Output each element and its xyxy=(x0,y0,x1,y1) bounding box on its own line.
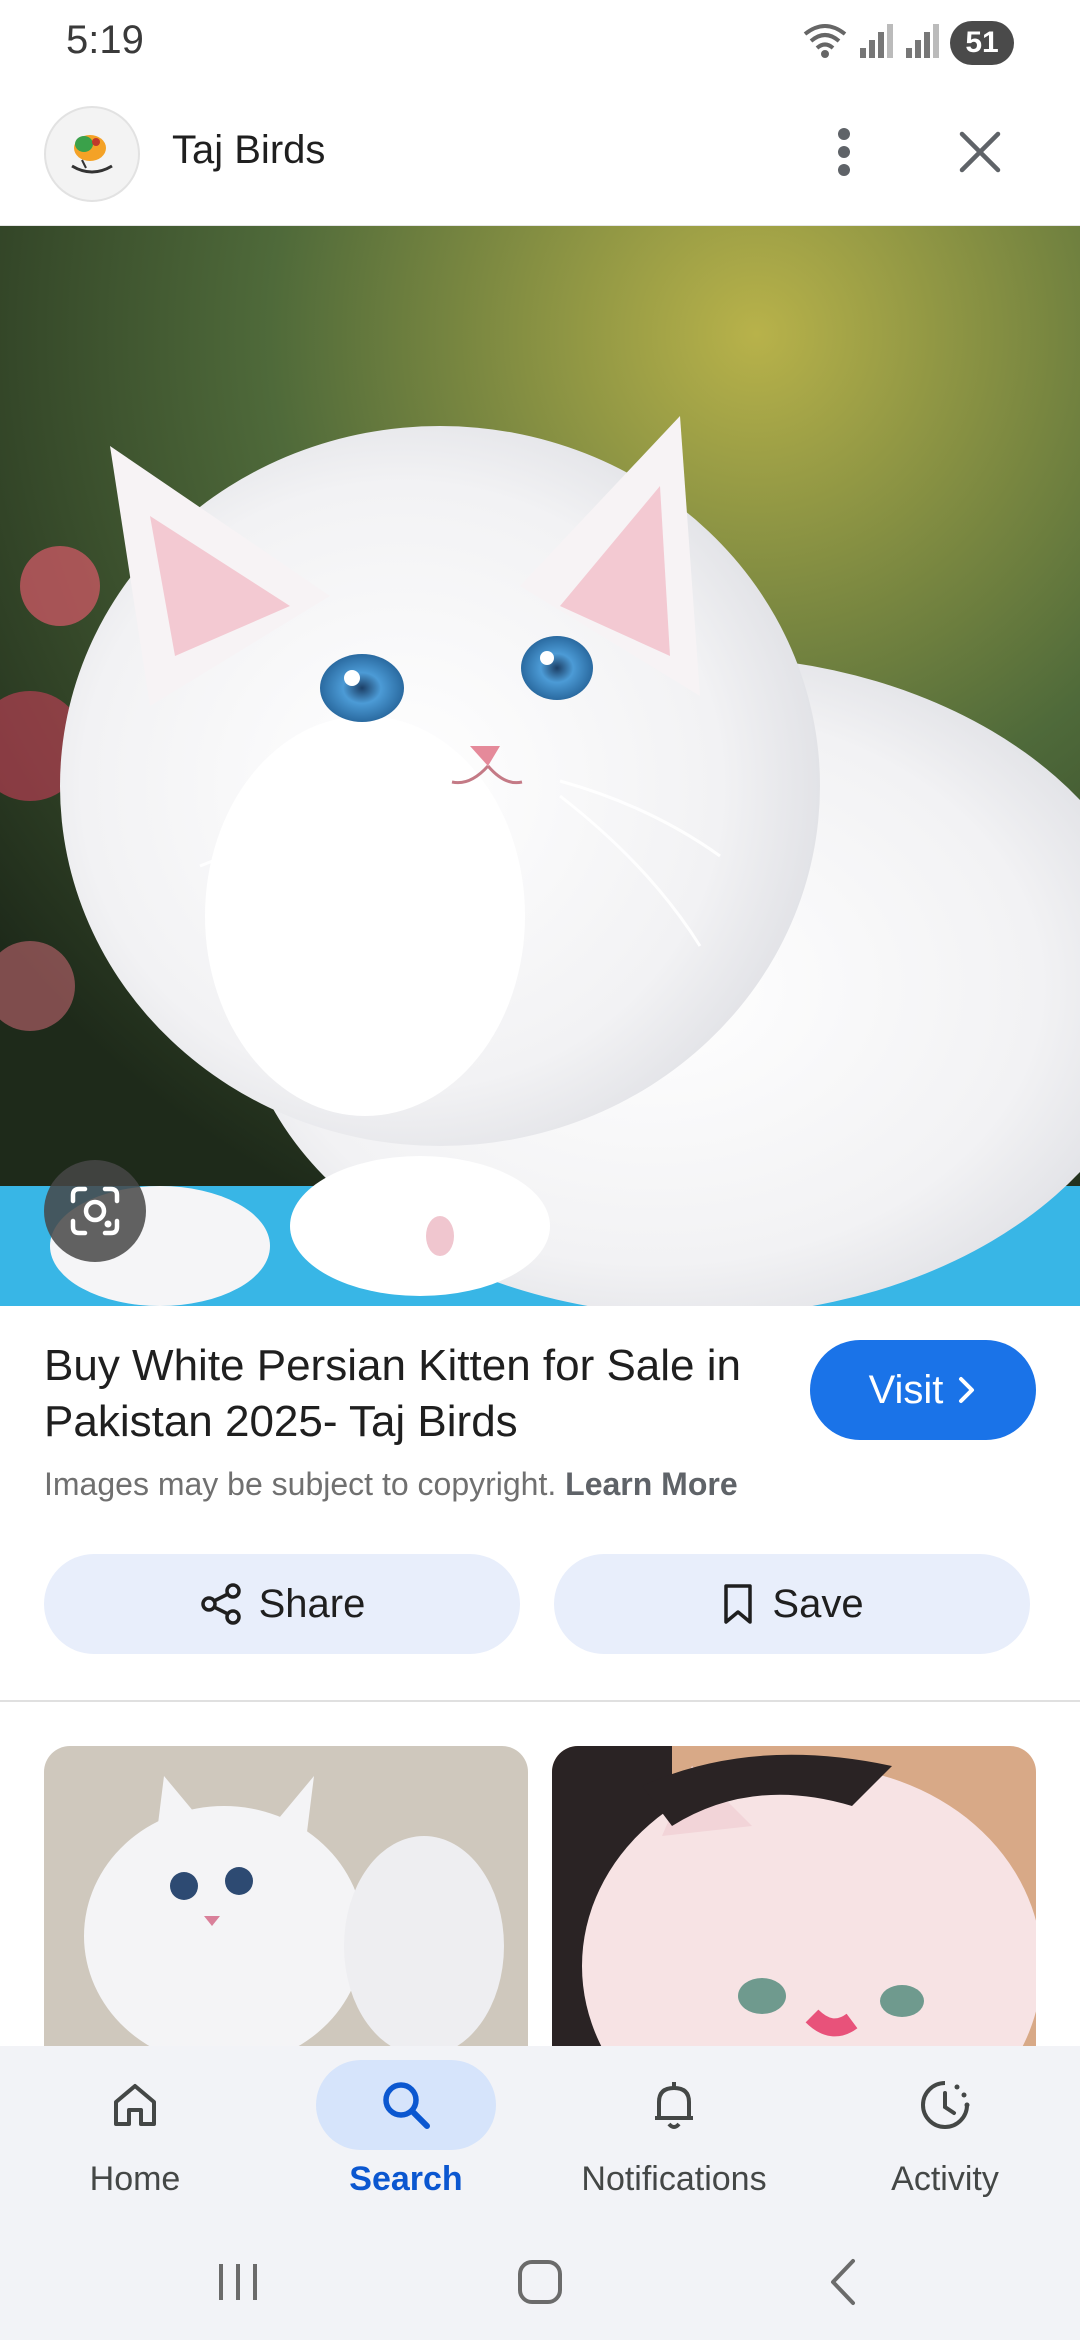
result-header: Taj Birds xyxy=(0,90,1080,226)
bookmark-icon xyxy=(724,1584,753,1624)
bell-icon xyxy=(655,2082,693,2129)
nav-activity-icon-wrap xyxy=(855,2060,1035,2150)
status-icons: 51 xyxy=(802,20,1014,65)
activity-icon xyxy=(921,2081,970,2129)
nav-home[interactable]: Home xyxy=(35,2060,235,2210)
nav-notifications-label: Notifications xyxy=(581,2160,767,2198)
bottom-navigation: Home Search Notifications Activity xyxy=(0,2046,1080,2222)
search-icon xyxy=(383,2082,430,2129)
wifi-icon xyxy=(802,20,848,65)
signal-icon xyxy=(858,20,894,65)
back-chevron-icon xyxy=(831,2259,855,2305)
kitten-closeup-thumbnail-image xyxy=(552,1746,1036,2046)
share-label: Share xyxy=(258,1581,366,1626)
recent-apps-icon xyxy=(219,2264,257,2300)
home-system-button[interactable] xyxy=(500,2252,580,2312)
nav-activity-label: Activity xyxy=(891,2160,999,2198)
save-label: Save xyxy=(772,1581,864,1626)
battery-indicator: 51 xyxy=(950,20,1014,65)
learn-more-link[interactable]: Learn More xyxy=(565,1466,737,1502)
section-divider xyxy=(0,1700,1080,1702)
more-vert-icon xyxy=(838,128,850,176)
signal-icon-2 xyxy=(904,20,940,65)
white-kitten-image xyxy=(0,226,1080,1306)
chevron-right-icon xyxy=(959,1377,975,1403)
nav-home-label: Home xyxy=(89,2160,181,2198)
related-image-2[interactable] xyxy=(552,1746,1036,2046)
system-navigation-bar xyxy=(0,2222,1080,2340)
visit-label: Visit xyxy=(868,1367,944,1412)
copyright-text: Images may be subject to copyright. xyxy=(44,1466,557,1502)
home-square-icon xyxy=(518,2260,562,2304)
status-bar: 5:19 51 xyxy=(0,0,1080,90)
close-button[interactable] xyxy=(944,116,1016,188)
nav-activity[interactable]: Activity xyxy=(845,2060,1045,2210)
nav-search-icon-wrap xyxy=(316,2060,496,2150)
close-icon xyxy=(959,131,1001,173)
share-icon xyxy=(200,1583,241,1625)
site-name[interactable]: Taj Birds xyxy=(172,128,325,173)
share-button[interactable]: Share xyxy=(44,1554,520,1654)
nav-home-icon-wrap xyxy=(45,2060,225,2150)
nav-search-label: Search xyxy=(349,2160,463,2198)
save-button[interactable]: Save xyxy=(554,1554,1030,1654)
more-options-button[interactable] xyxy=(808,116,880,188)
nav-notifications-icon-wrap xyxy=(584,2060,764,2150)
lens-icon xyxy=(70,1186,120,1236)
copyright-notice: Images may be subject to copyright. Lear… xyxy=(44,1466,738,1503)
result-title[interactable]: Buy White Persian Kitten for Sale in Pak… xyxy=(44,1338,744,1450)
nav-search[interactable]: Search xyxy=(306,2060,506,2210)
status-time: 5:19 xyxy=(66,18,144,62)
site-favicon[interactable] xyxy=(44,106,140,202)
visit-button[interactable]: Visit xyxy=(810,1340,1036,1440)
back-button[interactable] xyxy=(802,2252,882,2312)
bird-logo-icon xyxy=(71,135,113,174)
result-image[interactable] xyxy=(0,226,1080,1306)
nav-notifications[interactable]: Notifications xyxy=(574,2060,774,2210)
related-image-1[interactable] xyxy=(44,1746,528,2046)
lens-search-button[interactable] xyxy=(44,1160,146,1262)
home-icon xyxy=(114,2084,156,2126)
recent-apps-button[interactable] xyxy=(198,2252,278,2312)
kitten-thumbnail-image xyxy=(44,1746,528,2046)
